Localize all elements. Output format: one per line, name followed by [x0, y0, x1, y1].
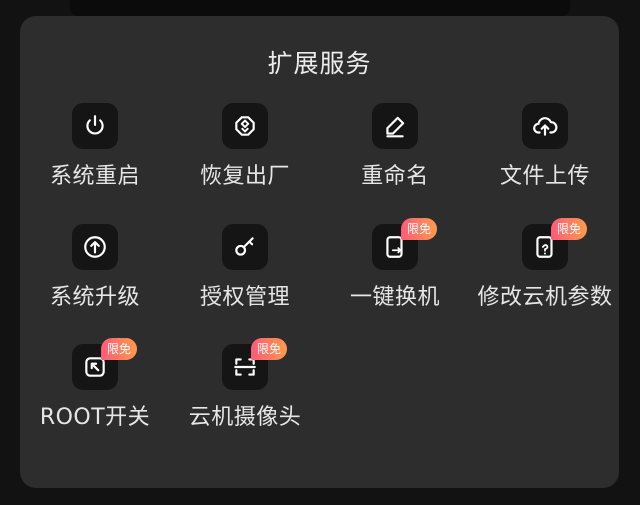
modify-cloud-params-button[interactable]: 限免 修改云机参数	[470, 218, 620, 329]
cloud-upload-icon	[533, 117, 558, 136]
background-top-bar	[70, 0, 570, 16]
system-upgrade-tile	[72, 224, 118, 270]
factory-reset-button[interactable]: 恢复出厂	[170, 103, 320, 208]
file-upload-tile	[522, 103, 568, 149]
power-icon	[86, 115, 104, 135]
system-restart-tile	[72, 103, 118, 149]
authorization-management-tile	[222, 224, 268, 270]
file-upload-label: 文件上传	[499, 164, 590, 189]
file-upload-button[interactable]: 文件上传	[470, 103, 620, 208]
free-badge: 限免	[251, 338, 288, 360]
panel-title: 扩展服务	[267, 49, 372, 78]
one-click-swap-label: 一键换机	[349, 285, 440, 310]
root-toggle-button[interactable]: 限免 ROOT开关	[20, 338, 170, 449]
cloud-camera-label: 云机摄像头	[188, 405, 302, 430]
factory-reset-label: 恢复出厂	[199, 164, 290, 189]
modify-cloud-params-label: 修改云机参数	[477, 285, 613, 310]
cloud-camera-button[interactable]: 限免 云机摄像头	[170, 338, 320, 449]
pencil-icon	[386, 116, 405, 138]
system-restart-label: 系统重启	[49, 164, 140, 189]
system-restart-button[interactable]: 系统重启	[20, 103, 170, 208]
system-upgrade-button[interactable]: 系统升级	[20, 224, 170, 329]
root-toggle-label: ROOT开关	[39, 405, 151, 430]
one-click-swap-button[interactable]: 限免 一键换机	[320, 218, 470, 329]
free-badge: 限免	[101, 338, 138, 360]
factory-reset-tile	[222, 103, 268, 149]
free-badge: 限免	[551, 218, 588, 240]
authorization-management-label: 授权管理	[199, 285, 290, 310]
free-badge: 限免	[401, 218, 438, 240]
rename-tile	[372, 103, 418, 149]
reset-icon	[235, 116, 255, 136]
rename-label: 重命名	[361, 164, 429, 189]
extension-services-panel: 扩展服务 系统重启 恢复出厂 重命名 文件上传 系统升级 授权管理 限免 一键换…	[20, 16, 619, 488]
key-icon	[235, 237, 254, 256]
arrow-up-circle-icon	[84, 236, 106, 258]
system-upgrade-label: 系统升级	[49, 285, 140, 310]
authorization-management-button[interactable]: 授权管理	[170, 224, 320, 329]
rename-button[interactable]: 重命名	[320, 103, 470, 208]
